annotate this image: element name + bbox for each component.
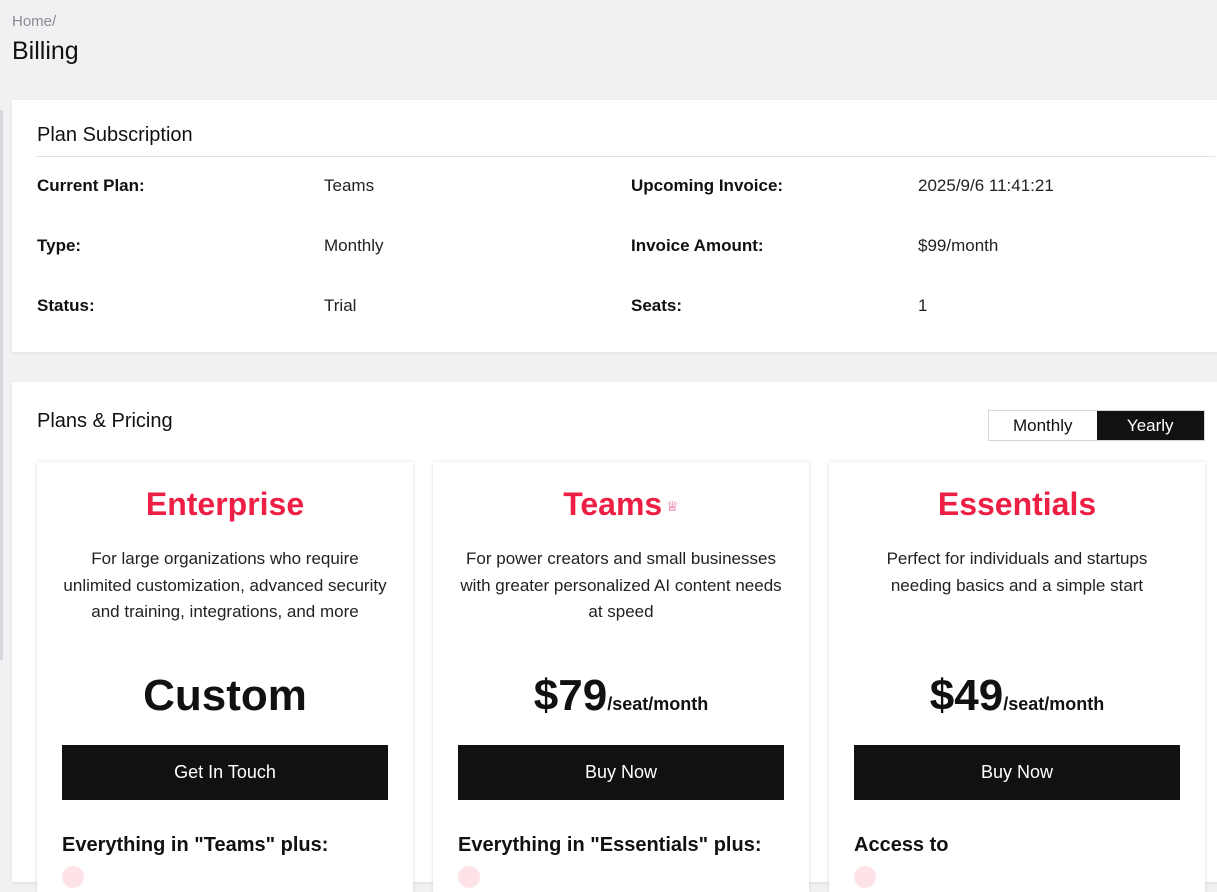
upcoming-invoice-value: 2025/9/6 11:41:21 [918,176,1054,195]
plan-description: Perfect for individuals and startups nee… [886,549,1148,595]
toggle-yearly[interactable]: Yearly [1096,411,1204,440]
left-edge-bar [0,110,3,660]
plan-subscription-title: Plan Subscription [37,124,193,146]
plan-name-wrap: Teams ♕ [433,486,809,523]
price-amount: Custom [143,671,307,720]
upcoming-invoice-label: Upcoming Invoice: [631,176,784,195]
price-unit: /seat/month [1003,694,1105,714]
invoice-amount-label: Invoice Amount: [631,236,764,255]
plans-pricing-card: Plans & Pricing Monthly Yearly Enterpris… [12,382,1217,892]
plan-card-enterprise: Enterprise For large organizations who r… [37,462,413,892]
seats-value: 1 [918,296,928,315]
buy-now-button[interactable]: Buy Now [458,745,784,800]
features-heading: Access to [854,834,949,856]
page-header: Home/ Billing [12,12,79,67]
plan-name: Enterprise [145,486,305,522]
plan-card-teams: Teams ♕ For power creators and small busi… [433,462,809,892]
plan-price: $79/seat/month [433,670,809,730]
plan-description: For large organizations who require unli… [63,549,387,621]
type-value: Monthly [324,236,384,255]
feature-check-icon [62,866,84,888]
info-row: Status: Trial Seats: 1 [37,296,1217,320]
invoice-amount-value: $99/month [918,236,999,255]
status-value: Trial [324,296,357,315]
billing-period-toggle: Monthly Yearly [988,410,1205,441]
plan-subscription-card: Plan Subscription Current Plan: Teams Up… [12,100,1217,352]
features-heading: Everything in "Teams" plus: [62,834,329,856]
price-amount: $79 [533,671,608,720]
breadcrumb[interactable]: Home/ [12,12,79,32]
status-label: Status: [37,296,95,315]
info-row: Current Plan: Teams Upcoming Invoice: 20… [37,176,1217,200]
toggle-monthly[interactable]: Monthly [989,411,1097,440]
plan-price: $49/seat/month [829,670,1205,730]
get-in-touch-button[interactable]: Get In Touch [62,745,388,800]
info-row: Type: Monthly Invoice Amount: $99/month [37,236,1217,260]
price-amount: $49 [929,671,1004,720]
price-unit: /seat/month [607,694,709,714]
plan-name: Essentials [937,486,1097,522]
type-label: Type: [37,236,82,255]
plans-pricing-title: Plans & Pricing [37,410,173,432]
feature-check-icon [854,866,876,888]
buy-now-button[interactable]: Buy Now [854,745,1180,800]
current-plan-value: Teams [324,176,375,195]
crown-icon: ♕ [666,498,679,515]
divider [37,156,1215,157]
plan-name: Teams [563,486,663,522]
page-title: Billing [12,37,79,65]
plan-description: For power creators and small businesses … [460,549,782,621]
current-plan-label: Current Plan: [37,176,145,195]
feature-check-icon [458,866,480,888]
seats-label: Seats: [631,296,683,315]
plan-price: Custom [37,670,413,730]
features-heading: Everything in "Essentials" plus: [458,834,762,856]
plan-card-essentials: Essentials Perfect for individuals and s… [829,462,1205,892]
